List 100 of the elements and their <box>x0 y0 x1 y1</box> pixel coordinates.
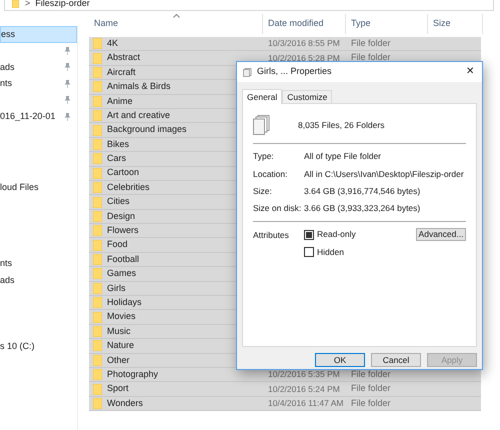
folder-icon <box>93 210 102 222</box>
date-modified: 10/3/2016 8:55 PM <box>268 38 340 48</box>
folder-icon <box>93 225 102 236</box>
sort-up-icon <box>173 14 180 18</box>
dialog-tab[interactable]: Customize <box>282 90 332 103</box>
file-name: Cars <box>107 152 126 166</box>
file-name: Holidays <box>107 296 142 309</box>
file-name: 4K <box>107 36 118 50</box>
sidebar-item[interactable]: 016_11-20-01 <box>0 108 77 125</box>
file-type: File folder <box>351 38 391 48</box>
file-name: Background images <box>107 123 187 136</box>
file-row[interactable]: 4K 10/3/2016 8:55 PM File folder <box>89 37 481 52</box>
folder-icon <box>93 138 102 150</box>
file-name: Animals & Birds <box>107 80 171 94</box>
folder-icon <box>93 81 102 92</box>
file-name: Design <box>107 210 136 223</box>
folder-icon <box>93 168 102 179</box>
property-value: 3.64 GB (3,916,774,546 bytes) <box>304 184 420 198</box>
breadcrumb-folder[interactable]: Fileszip-order <box>35 0 90 11</box>
file-row[interactable]: Wonders 10/4/2016 11:47 AM File folder <box>89 396 481 412</box>
date-modified: 10/2/2016 5:24 PM <box>268 384 340 394</box>
property-label: Location: <box>253 168 288 180</box>
file-name: Photography <box>107 368 158 381</box>
documents-icon <box>243 68 252 76</box>
property-value: All in C:\Users\Ivan\Desktop\Fileszip-order <box>304 168 464 180</box>
sidebar-item[interactable]: loud Files <box>0 179 77 196</box>
folder-icon <box>93 369 102 380</box>
folder-icon <box>93 340 102 352</box>
file-type: File folder <box>351 398 391 408</box>
file-name: Aircraft <box>107 66 136 79</box>
date-modified: 10/2/2016 5:28 PM <box>268 52 340 63</box>
folder-icon <box>93 282 102 294</box>
property-label: Type: <box>253 150 275 164</box>
file-name: Food <box>107 238 128 252</box>
date-modified: 10/4/2016 11:47 AM <box>268 398 344 408</box>
sidebar-item[interactable]: ess <box>0 26 77 42</box>
file-name: Games <box>107 267 136 280</box>
folder-icon <box>93 326 102 338</box>
sidebar-item[interactable]: ads <box>0 272 77 288</box>
file-name: Celebrities <box>107 180 150 194</box>
column-header[interactable]: Date modified <box>263 14 346 34</box>
file-name: Sport <box>107 382 129 396</box>
column-header[interactable]: Name <box>89 14 263 34</box>
sidebar-item[interactable]: s 10 (C:) <box>0 338 77 355</box>
file-name: Cities <box>107 195 130 208</box>
breadcrumb-separator: > <box>25 0 30 10</box>
folder-icon <box>93 384 102 395</box>
address-bar[interactable]: > Fileszip-order <box>4 0 494 11</box>
property-value: All of type File folder <box>304 150 382 164</box>
attributes-label: Attributes <box>253 229 290 242</box>
folder-icon <box>93 254 102 266</box>
folder-icon <box>93 398 102 409</box>
column-header[interactable]: Size <box>428 14 483 34</box>
file-name: Flowers <box>107 224 139 238</box>
property-label: Size: <box>253 184 273 198</box>
file-name: Nature <box>107 339 134 352</box>
sidebar-item[interactable]: ads <box>0 59 77 76</box>
folder-icon <box>93 312 102 323</box>
advanced-button[interactable]: Advanced... <box>416 228 466 242</box>
folder-icon <box>93 268 102 280</box>
file-name: Cartoon <box>107 166 140 180</box>
folder-icon <box>93 38 102 50</box>
folder-icon <box>93 66 102 78</box>
checkbox[interactable]: Read-only <box>304 228 356 241</box>
summary-text: 8,035 Files, 26 Folders <box>298 118 384 132</box>
file-name: Art and creative <box>107 108 170 122</box>
file-name: Bikes <box>107 138 130 151</box>
file-type: File folder <box>351 52 391 62</box>
property-value: 3.66 GB (3,933,323,264 bytes) <box>304 202 420 215</box>
folder-icon <box>93 52 102 64</box>
close-button[interactable]: ✕ <box>464 67 476 77</box>
file-row[interactable]: Sport 10/2/2016 5:24 PM File folder <box>89 382 481 397</box>
dialog-tab[interactable]: General <box>242 89 282 104</box>
folder-icon <box>93 124 102 136</box>
folder-icon <box>93 153 102 164</box>
dialog-button[interactable]: OK <box>315 353 365 367</box>
folder-icon <box>93 297 102 308</box>
file-name: Wonders <box>107 396 143 410</box>
folder-icon <box>93 196 102 208</box>
folder-icon <box>93 240 102 251</box>
file-name: Movies <box>107 310 136 324</box>
column-header[interactable]: Type <box>346 14 428 34</box>
file-name: Girls <box>107 282 126 295</box>
file-name: Anime <box>107 94 133 108</box>
folder-icon <box>11 0 20 8</box>
date-modified: 10/2/2016 5:35 PM <box>268 369 340 380</box>
file-type: File folder <box>351 368 391 379</box>
folder-icon <box>93 182 102 194</box>
sidebar-item[interactable]: nts <box>0 76 77 92</box>
file-name: Music <box>107 324 131 338</box>
file-name: Other <box>107 354 130 367</box>
folder-icon <box>93 354 102 366</box>
file-type: File folder <box>351 383 391 394</box>
dialog-button[interactable]: Cancel <box>371 353 421 367</box>
dialog-title: Girls, ... Properties <box>257 65 333 78</box>
files-stack-icon <box>253 115 270 135</box>
sidebar-item[interactable]: nts <box>0 256 77 272</box>
folder-icon <box>93 110 102 122</box>
checkbox[interactable]: Hidden <box>304 246 356 259</box>
folder-icon <box>93 96 102 107</box>
